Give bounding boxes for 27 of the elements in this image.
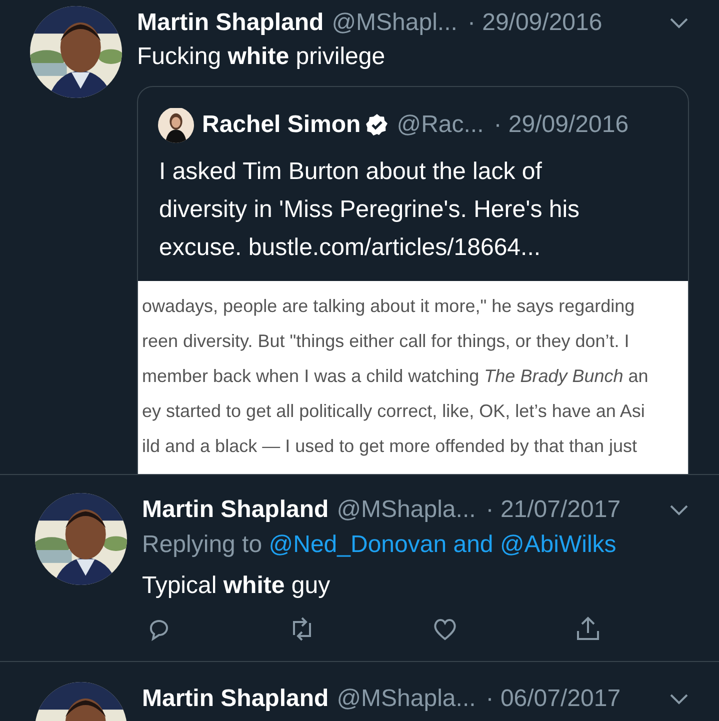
quoted-tweet-card[interactable] — [137, 86, 689, 474]
chevron-down-icon[interactable] — [669, 17, 689, 29]
author-name: Martin Shapland — [142, 495, 329, 525]
article-text-line: ild and a black — I used to get more offended by that than just — [141, 435, 638, 458]
tweet-date: · 06/07/2017 — [486, 684, 621, 714]
quoted-tweet-text: I asked Tim Burton about the lack of diversity in 'Miss Peregrine's. Here's his excuse. bustle.com/articles/18664... — [158, 157, 581, 263]
chevron-down-icon[interactable] — [669, 693, 689, 705]
tweet-date: · 29/09/2016 — [494, 110, 629, 140]
author-name: Martin Shapland — [137, 8, 324, 38]
tweet-text: Fucking white privilege — [137, 42, 386, 72]
author-name: Martin Shapland — [142, 684, 329, 714]
chevron-down-icon[interactable] — [669, 504, 689, 516]
mention-link[interactable]: @Ned_Donovan and @AbiWilks — [268, 531, 616, 558]
author-handle: @MShapla... — [336, 684, 476, 714]
tweet-date: · 21/07/2017 — [486, 495, 621, 525]
tweet-text: Typical white guy — [142, 571, 332, 601]
share-icon[interactable] — [574, 615, 602, 643]
article-text-line: owadays, people are talking about it more," he says regarding — [141, 295, 636, 318]
author-handle: @MShapla... — [336, 495, 476, 525]
article-text-line: member back when I was a child watching The Brady Bunch an — [141, 365, 650, 388]
tweet-date: · 29/09/2016 — [467, 8, 602, 38]
author-handle: @Rac... — [396, 110, 484, 140]
author-handle: @MShapl... — [332, 8, 458, 38]
replying-to-text: Replying to @Ned_Donovan and @AbiWilks — [142, 530, 618, 560]
author-name: Rachel Simon — [202, 110, 361, 140]
article-text-line: ey started to get all politically correct, like, OK, let’s have an Asi — [141, 400, 646, 423]
article-text-line: reen diversity. But "things either call for things, or they don’t. I — [141, 330, 630, 353]
